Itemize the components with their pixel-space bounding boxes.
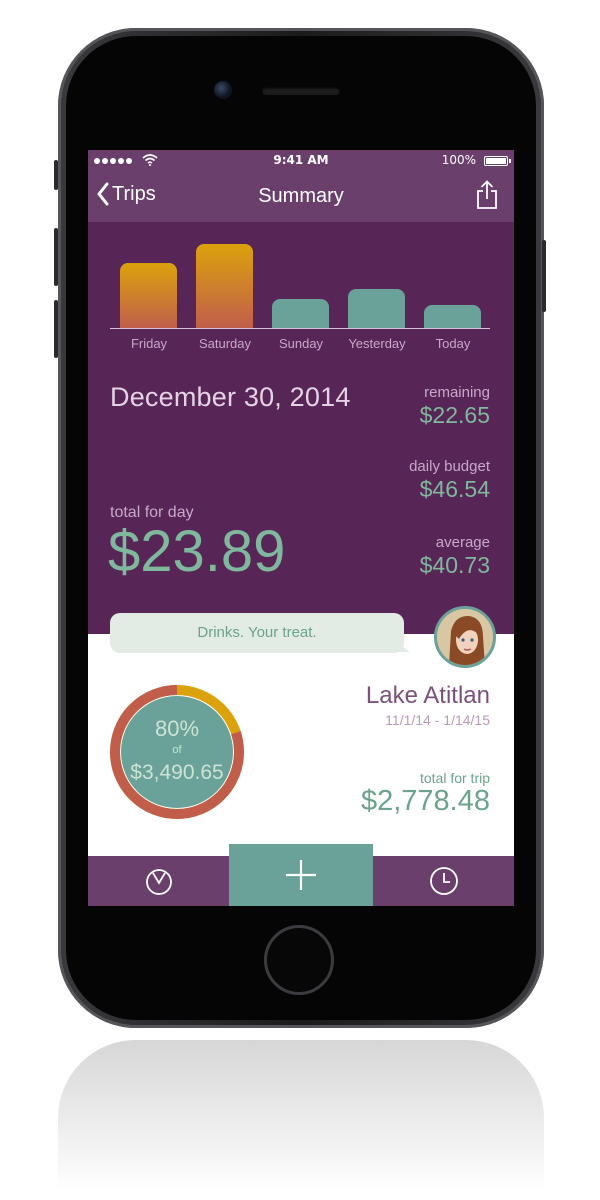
bar-today[interactable] bbox=[424, 305, 481, 328]
bar-sunday[interactable] bbox=[272, 299, 329, 328]
average-label: average bbox=[435, 534, 490, 551]
clock-icon bbox=[429, 867, 458, 895]
message-text: Drinks. Your treat. bbox=[197, 624, 317, 641]
bar-label-saturday: Saturday bbox=[198, 336, 252, 351]
power-button bbox=[542, 240, 546, 312]
phone-reflection bbox=[58, 1040, 544, 1200]
bar-label-today: Today bbox=[435, 336, 471, 351]
user-portrait-icon bbox=[437, 609, 493, 665]
remaining-value: $22.65 bbox=[419, 402, 490, 428]
volume-down-button bbox=[54, 300, 58, 358]
share-icon bbox=[477, 180, 497, 209]
daily-budget-label: daily budget bbox=[409, 458, 490, 475]
total-for-day-value: $23.89 bbox=[108, 519, 286, 584]
navigation-bar: Trips Summary bbox=[88, 172, 514, 222]
add-expense-button[interactable] bbox=[229, 844, 373, 906]
average-value: $40.73 bbox=[419, 552, 490, 578]
gauge-icon bbox=[145, 869, 172, 895]
budget-of-label: of bbox=[172, 744, 182, 756]
app-screen: 9:41 AM 100% Trips Summary Friday Saturda… bbox=[88, 150, 514, 906]
daily-budget-value: $46.54 bbox=[419, 476, 490, 502]
mute-switch bbox=[54, 160, 58, 190]
status-bar: 9:41 AM 100% bbox=[88, 150, 514, 172]
bar-label-yesterday: Yesterday bbox=[348, 336, 406, 351]
bar-friday[interactable] bbox=[120, 263, 177, 328]
daily-summary-panel: Friday Saturday Sunday Yesterday Today Decem… bbox=[88, 222, 514, 634]
trip-dates: 11/1/14 - 1/14/15 bbox=[385, 712, 490, 728]
total-for-trip-label: total for trip bbox=[419, 770, 490, 786]
battery-percent: 100% bbox=[441, 153, 476, 167]
bar-label-friday: Friday bbox=[130, 336, 168, 351]
avatar[interactable] bbox=[434, 606, 496, 668]
daily-spending-chart: Friday Saturday Sunday Yesterday Today bbox=[88, 222, 514, 362]
remaining-label: remaining bbox=[424, 384, 490, 401]
total-for-trip-value: $2,778.48 bbox=[360, 785, 490, 817]
page-title: Summary bbox=[258, 185, 344, 207]
selected-date: December 30, 2014 bbox=[110, 382, 351, 412]
tab-history[interactable] bbox=[373, 856, 514, 906]
home-button[interactable] bbox=[264, 925, 334, 995]
bar-saturday[interactable] bbox=[196, 244, 253, 328]
battery-icon bbox=[484, 156, 511, 166]
tab-dashboard[interactable] bbox=[88, 856, 229, 906]
plus-icon bbox=[286, 860, 316, 890]
trip-name: Lake Atitlan bbox=[365, 682, 490, 709]
bar-yesterday[interactable] bbox=[348, 289, 405, 328]
front-camera bbox=[214, 81, 232, 99]
earpiece-speaker bbox=[262, 87, 340, 95]
chart-baseline bbox=[110, 328, 490, 329]
budget-percent: 80% bbox=[154, 716, 200, 741]
share-button[interactable] bbox=[476, 180, 498, 214]
trip-budget-total: $3,490.65 bbox=[130, 761, 224, 784]
bar-label-sunday: Sunday bbox=[278, 336, 324, 351]
message-bubble-tail bbox=[398, 644, 410, 652]
volume-up-button bbox=[54, 228, 58, 286]
